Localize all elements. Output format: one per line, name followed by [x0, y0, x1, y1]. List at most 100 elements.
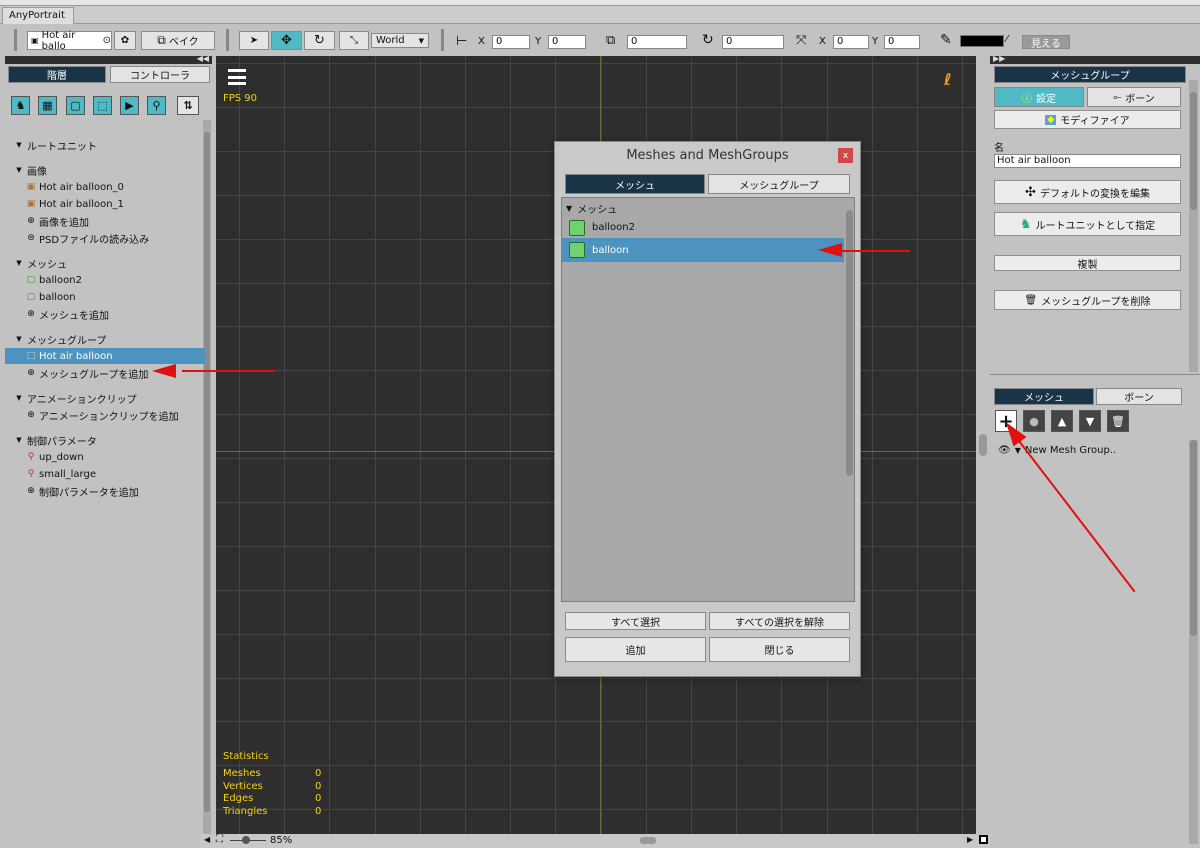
stat-value: 0	[315, 780, 322, 792]
layer-scroll-thumb[interactable]	[1190, 440, 1197, 636]
modifier-button[interactable]: ◆ モディファイア	[994, 110, 1181, 129]
tree-item[interactable]: ⊕ 制御パラメータを追加	[5, 483, 205, 499]
mesh-icon	[569, 242, 585, 258]
tree-item[interactable]: ▣ Hot air balloon_1	[5, 196, 205, 212]
color-swatch[interactable]	[960, 35, 1004, 47]
add-button[interactable]: 追加	[565, 637, 706, 662]
tree-item[interactable]: ⊕ アニメーションクリップを追加	[5, 407, 205, 423]
panel-divider[interactable]	[990, 374, 1200, 380]
filter-animation-button[interactable]: ▶	[120, 96, 139, 115]
list-item-balloon[interactable]: balloon	[562, 238, 844, 262]
layer-scrollbar[interactable]	[1189, 440, 1198, 844]
move-down-button[interactable]: ▼	[1079, 410, 1101, 432]
sort-button[interactable]: ⇅	[177, 96, 199, 115]
list-group-header[interactable]: ▼ メッシュ	[566, 201, 617, 216]
grid-line	[216, 107, 976, 108]
select-all-button[interactable]: すべて選択	[565, 612, 706, 630]
delete-meshgroup-button[interactable]: 🗑 メッシュグループを削除	[994, 290, 1181, 310]
filter-param-button[interactable]: ⚲	[147, 96, 166, 115]
tab-bone[interactable]: ⟜ ボーン	[1087, 87, 1181, 107]
meshgroup-icon: ⬚	[26, 351, 36, 361]
tree-section-header[interactable]: ▼ メッシュ	[14, 255, 214, 271]
zoom-slider-knob[interactable]	[242, 836, 250, 844]
tree-section-header[interactable]: ▼ メッシュグループ	[14, 331, 214, 347]
set-root-unit-button[interactable]: ♞ ルートユニットとして指定	[994, 212, 1181, 236]
position-x-field[interactable]: 0	[492, 35, 530, 49]
inspector-panel: ▶▶ メッシュグループ ⓘ 設定 ⟜ ボーン ◆ モディファイア 名 Hot air …	[990, 54, 1200, 848]
tab-settings[interactable]: ⓘ 設定	[994, 87, 1084, 107]
tab-anyportrait[interactable]: AnyPortrait	[2, 7, 74, 24]
scale-y-field[interactable]: 0	[884, 35, 920, 49]
expand-right-icon[interactable]: ▶▶	[993, 54, 1005, 63]
depth-field[interactable]: 0	[627, 35, 687, 49]
rotation-field[interactable]: 0	[722, 35, 784, 49]
tree-item[interactable]: ▢ balloon2	[5, 272, 205, 288]
tree-section-header[interactable]: ▼ ルートユニット	[14, 137, 214, 153]
tab-controller[interactable]: コントローラ	[110, 66, 210, 83]
filter-root-button[interactable]: ♞	[11, 96, 30, 115]
layer-button[interactable]: ●	[1023, 410, 1045, 432]
dialog-title: Meshes and MeshGroups	[626, 148, 789, 163]
tree-item[interactable]: ⚲ small_large	[5, 466, 205, 482]
position-y-field[interactable]: 0	[548, 35, 586, 49]
collapse-left-icon[interactable]: ◀◀	[197, 54, 209, 63]
tree-item[interactable]: ⊕ 画像を追加	[5, 213, 205, 229]
tree-item[interactable]: ⊜ PSDファイルの読み込み	[5, 230, 205, 246]
tree-item[interactable]: ⚲ up_down	[5, 449, 205, 465]
annotation-arrowhead-left	[152, 364, 176, 378]
tree-section-header[interactable]: ▼ アニメーションクリップ	[14, 390, 214, 406]
delete-button[interactable]: 🗑	[1107, 410, 1129, 432]
grid-line	[216, 765, 976, 766]
tree-section-header[interactable]: ▼ 制御パラメータ	[14, 432, 214, 448]
tree-item[interactable]: ⊕ メッシュを追加	[5, 306, 205, 322]
dialog-close-button[interactable]: x	[838, 148, 853, 163]
dialog-tab-meshgroup[interactable]: メッシュグループ	[708, 174, 850, 194]
filter-image-button[interactable]: ▦	[38, 96, 57, 115]
dialog-scrollbar[interactable]	[845, 198, 854, 601]
bottom-tab-mesh[interactable]: メッシュ	[994, 388, 1094, 405]
select-tool-button[interactable]: ➤	[239, 31, 269, 50]
filter-meshgroup-button[interactable]: ⬚	[93, 96, 112, 115]
dialog-tab-mesh[interactable]: メッシュ	[565, 174, 705, 194]
bake-button[interactable]: ⧉ ベイク	[141, 31, 215, 50]
tree-section-header[interactable]: ▼ 画像	[14, 162, 214, 178]
space-select[interactable]: World ▼	[371, 33, 429, 48]
list-item-balloon2[interactable]: balloon2	[565, 217, 844, 238]
meshgroup-tree-item[interactable]: 👁 ▼ New Mesh Group..	[998, 445, 1116, 456]
tree-item[interactable]: ⬚ Hot air balloon	[5, 348, 205, 364]
fps-label: FPS 90	[223, 93, 258, 104]
splitter-handle[interactable]	[979, 434, 987, 456]
menu-button[interactable]	[226, 66, 248, 88]
inspector-scrollbar[interactable]	[1189, 80, 1198, 372]
tree-item[interactable]: ▣ Hot air balloon_0	[5, 179, 205, 195]
trash-icon: 🗑	[1024, 294, 1038, 306]
close-button[interactable]: 閉じる	[709, 637, 850, 662]
scale-x-field[interactable]: 0	[833, 35, 869, 49]
horizontal-scroll-thumb[interactable]	[640, 837, 656, 844]
bone-gizmo-icon[interactable]: ℓ	[944, 70, 952, 89]
duplicate-button[interactable]: 複製	[994, 255, 1181, 271]
fit-icon[interactable]: ⛶	[216, 834, 223, 845]
corner-button[interactable]	[979, 835, 988, 844]
filter-mesh-button[interactable]: ▢	[66, 96, 85, 115]
move-tool-button[interactable]: ✥	[271, 31, 302, 50]
settings-button[interactable]: ✿	[114, 31, 136, 50]
tree-item[interactable]: ▢ balloon	[5, 289, 205, 305]
scroll-left-icon[interactable]: ◀	[204, 835, 210, 844]
stat-value: 0	[315, 805, 322, 817]
rotate-tool-button[interactable]: ↻	[304, 31, 335, 50]
move-up-button[interactable]: ▲	[1051, 410, 1073, 432]
bottom-tab-bone[interactable]: ボーン	[1096, 388, 1182, 405]
scale-tool-button[interactable]: ⤡	[339, 31, 369, 50]
tab-hierarchy[interactable]: 階層	[8, 66, 106, 83]
scroll-right-icon[interactable]: ▶	[967, 835, 973, 844]
add-icon: ⊕	[27, 486, 35, 496]
portrait-selector[interactable]: ▣ Hot air ballo ⊙	[27, 30, 112, 52]
dialog-mesh-list: ▼ メッシュ balloon2 balloon	[561, 197, 855, 602]
edit-default-transform-button[interactable]: ✣ デフォルトの変換を編集	[994, 180, 1181, 204]
deselect-all-button[interactable]: すべての選択を解除	[709, 612, 850, 630]
eyedropper-icon[interactable]: ⁄	[1006, 34, 1008, 45]
name-field[interactable]: Hot air balloon	[994, 154, 1181, 168]
inspector-scroll-thumb[interactable]	[1190, 92, 1197, 210]
visible-toggle[interactable]: 見える	[1022, 35, 1070, 50]
